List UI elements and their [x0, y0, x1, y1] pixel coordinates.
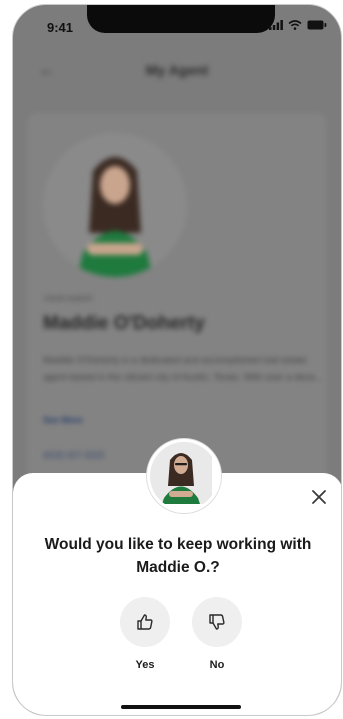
device-notch [87, 5, 275, 33]
thumbs-up-icon [137, 614, 153, 630]
agent-bio: Maddie O'Doherty is a dedicated and acco… [43, 355, 323, 383]
thumbs-down-icon [209, 614, 225, 630]
signal-icon [269, 20, 283, 30]
no-button[interactable] [192, 597, 242, 647]
agent-avatar [147, 439, 221, 513]
agent-section-label: YOUR AGENT [43, 296, 94, 303]
see-more-link[interactable]: See More [43, 415, 83, 425]
agent-name: Maddie O'Doherty [43, 313, 205, 334]
phone-frame: 9:41 ← My Agent YOUR AGENT Maddie O'Dohe… [12, 4, 342, 716]
yes-button[interactable] [120, 597, 170, 647]
no-label: No [209, 659, 225, 671]
close-button[interactable] [309, 487, 329, 507]
yes-label: Yes [135, 659, 155, 671]
status-time: 9:41 [47, 20, 74, 35]
agent-photo [43, 133, 187, 277]
agent-avatar-image [150, 442, 212, 504]
battery-icon [307, 20, 327, 30]
home-indicator [121, 705, 241, 709]
close-icon [312, 490, 326, 504]
feedback-question: Would you like to keep working with Madd… [44, 536, 312, 576]
page-title: My Agent [145, 62, 209, 78]
agent-phone-link[interactable]: (619) 417-3222 [43, 450, 105, 460]
status-icons [269, 20, 327, 30]
agent-portrait-image [43, 133, 187, 277]
wifi-icon [288, 20, 302, 30]
